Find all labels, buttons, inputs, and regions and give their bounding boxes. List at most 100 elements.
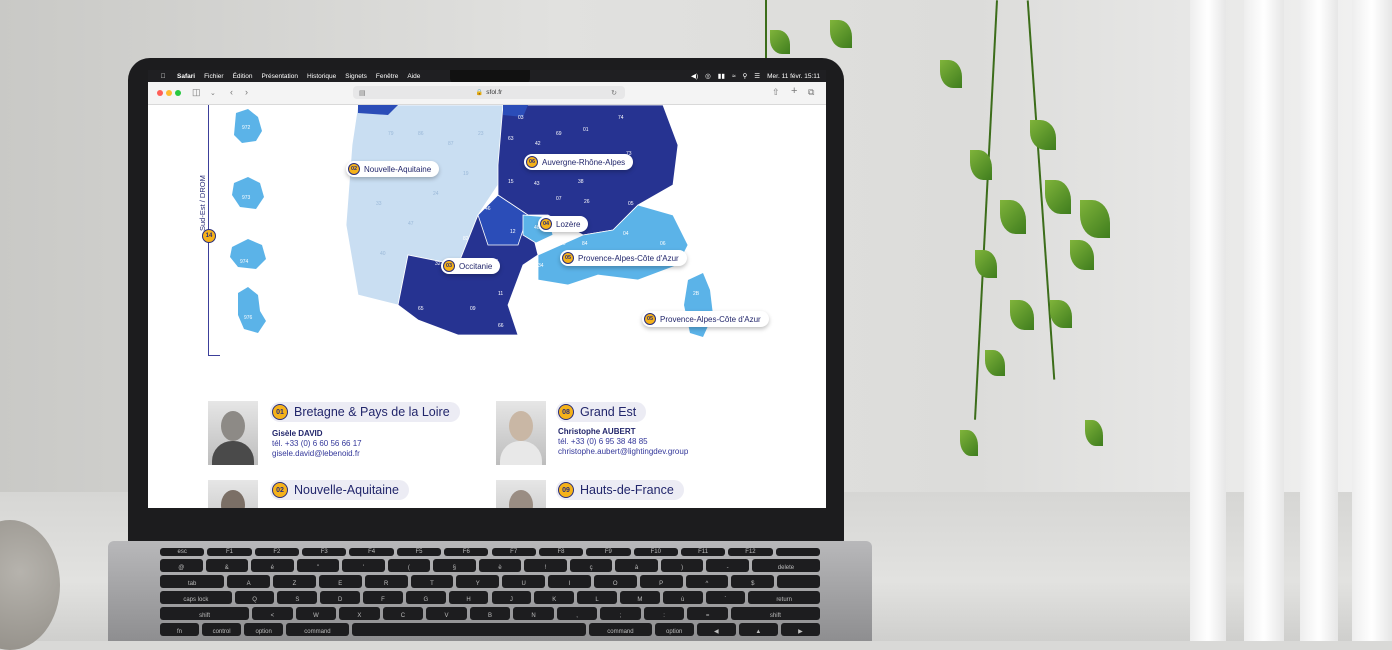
key[interactable]: " (296, 559, 340, 572)
key[interactable]: N (513, 607, 554, 620)
key[interactable]: & (205, 559, 249, 572)
menu-presentation[interactable]: Présentation (261, 73, 298, 80)
chevron-down-icon[interactable]: ⌄ (210, 89, 216, 97)
key[interactable]: = (687, 607, 728, 620)
key[interactable]: ▲ (738, 623, 778, 636)
key[interactable]: à (615, 559, 658, 572)
key[interactable]: ' (342, 559, 385, 572)
key[interactable]: F2 (254, 548, 300, 556)
key[interactable]: ; (600, 607, 641, 620)
key[interactable]: delete (751, 559, 820, 572)
share-icon[interactable]: ⇧ (772, 87, 780, 98)
close-button[interactable] (157, 90, 163, 96)
menu-safari[interactable]: Safari (177, 73, 195, 80)
key[interactable]: ◀ (696, 623, 736, 636)
menu-fenetre[interactable]: Fenêtre (376, 73, 398, 80)
key[interactable]: H (448, 591, 489, 604)
map-label-paca-corse[interactable]: 05 Provence-Alpes-Côte d'Azur (642, 311, 769, 327)
contact-phone[interactable]: tél. +33 (0) 6 60 56 66 17 (272, 439, 362, 448)
key[interactable]: A (227, 575, 271, 588)
key[interactable]: ( (387, 559, 431, 572)
key[interactable]: @ (160, 559, 203, 572)
key[interactable]: option (654, 623, 694, 636)
key[interactable]: - (706, 559, 749, 572)
key[interactable]: D (320, 591, 361, 604)
key[interactable] (777, 575, 820, 588)
key[interactable]: U (502, 575, 546, 588)
key[interactable]: caps lock (160, 591, 232, 604)
menu-aide[interactable]: Aide (407, 73, 420, 80)
key[interactable]: control (202, 623, 242, 636)
address-bar[interactable]: ▤ 🔒 sfol.fr ↻ (353, 86, 625, 99)
sidebar-icon[interactable]: ◫ (192, 87, 201, 98)
key[interactable]: W (295, 607, 337, 620)
contact-phone[interactable]: tél. +33 (0) 6 95 38 48 85 (558, 437, 648, 446)
menu-signets[interactable]: Signets (345, 73, 367, 80)
key[interactable]: Y (456, 575, 500, 588)
key[interactable]: return (748, 591, 820, 604)
key[interactable]: F4 (349, 548, 394, 556)
key[interactable]: K (534, 591, 575, 604)
key[interactable]: O (593, 575, 637, 588)
play-icon[interactable]: ◎ (705, 72, 711, 80)
key[interactable]: P (639, 575, 683, 588)
new-tab-icon[interactable]: + (791, 85, 797, 97)
key[interactable]: ç (569, 559, 613, 572)
key[interactable]: R (364, 575, 408, 588)
key[interactable]: ) (660, 559, 704, 572)
apple-icon[interactable]:  (158, 73, 168, 80)
wifi-icon[interactable]: ≈ (732, 73, 736, 80)
map-label-occitanie[interactable]: 03 Occitanie (441, 258, 501, 274)
key[interactable]: G (405, 591, 446, 604)
key[interactable]: F (363, 591, 403, 604)
key[interactable]: F10 (633, 548, 678, 556)
key[interactable]: ù (662, 591, 703, 604)
menu-historique[interactable]: Historique (307, 73, 336, 80)
key[interactable]: è (478, 559, 522, 572)
key[interactable]: $ (731, 575, 775, 588)
key[interactable]: F11 (680, 548, 726, 556)
key[interactable]: ! (524, 559, 567, 572)
page-settings-icon[interactable]: ▤ (359, 89, 366, 97)
key[interactable]: F9 (586, 548, 631, 556)
key[interactable]: F8 (538, 548, 584, 556)
key[interactable]: F5 (396, 548, 442, 556)
key[interactable]: § (433, 559, 476, 572)
key[interactable]: fn (160, 623, 200, 636)
key[interactable]: F7 (491, 548, 536, 556)
key[interactable]: shift (730, 607, 820, 620)
clock[interactable]: Mer. 11 févr. 15:11 (767, 73, 820, 80)
key[interactable]: X (339, 607, 380, 620)
key[interactable]: J (491, 591, 532, 604)
menu-edition[interactable]: Édition (233, 73, 253, 80)
back-icon[interactable]: ‹ (230, 87, 233, 97)
volume-icon[interactable]: ◀) (691, 72, 698, 80)
contact-email[interactable]: gisele.david@lebenoid.fr (272, 449, 360, 458)
key[interactable]: I (548, 575, 591, 588)
key[interactable]: shift (160, 607, 250, 620)
key[interactable]: V (426, 607, 467, 620)
key[interactable]: S (277, 591, 318, 604)
key[interactable]: F1 (207, 548, 252, 556)
key[interactable]: F3 (302, 548, 347, 556)
menu-fichier[interactable]: Fichier (204, 73, 224, 80)
key[interactable]: B (469, 607, 511, 620)
key[interactable] (775, 548, 820, 556)
search-icon[interactable]: ⚲ (743, 72, 748, 80)
key[interactable]: , (556, 607, 598, 620)
key[interactable]: L (577, 591, 617, 604)
key[interactable]: F12 (728, 548, 773, 556)
key[interactable]: ^ (685, 575, 729, 588)
key[interactable]: : (643, 607, 685, 620)
contact-email[interactable]: christophe.aubert@lightingdev.group (558, 447, 688, 456)
key[interactable]: Q (234, 591, 275, 604)
key[interactable]: option (244, 623, 284, 636)
key[interactable]: E (318, 575, 362, 588)
key[interactable] (351, 623, 587, 636)
reload-icon[interactable]: ↻ (611, 89, 617, 97)
zoom-button[interactable] (175, 90, 181, 96)
key[interactable]: < (252, 607, 293, 620)
key[interactable]: C (382, 607, 424, 620)
key[interactable]: é (251, 559, 294, 572)
minimize-button[interactable] (166, 90, 172, 96)
